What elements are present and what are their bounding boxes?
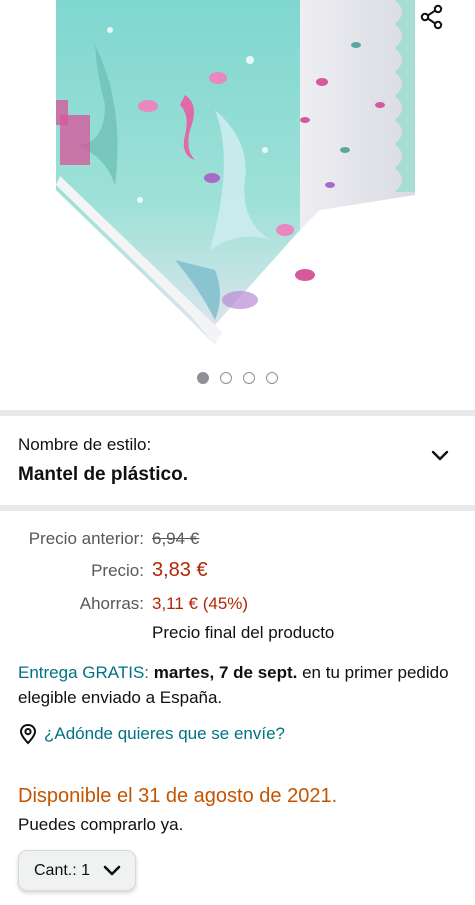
delivery-location-link[interactable]: ¿Adónde quieres que se envíe? xyxy=(18,723,285,745)
style-value: Mantel de plástico. xyxy=(18,464,188,485)
savings-value: 3,11 € (45%) xyxy=(152,594,249,613)
location-text[interactable]: ¿Adónde quieres que se envíe? xyxy=(44,724,285,744)
section-divider xyxy=(0,410,475,416)
delivery-date: martes, 7 de sept. xyxy=(153,663,298,682)
chevron-down-icon[interactable] xyxy=(429,447,451,465)
free-delivery-link[interactable]: Entrega GRATIS: xyxy=(18,663,149,682)
availability-note: Puedes comprarlo ya. xyxy=(18,815,184,834)
pagination-dot[interactable] xyxy=(243,372,255,384)
price-row: Precio: 3,83 € xyxy=(0,559,475,589)
quantity-dropdown[interactable]: Cant.: 1 xyxy=(18,850,136,891)
chevron-down-icon xyxy=(103,865,121,876)
price-value: 3,83 € xyxy=(152,559,208,581)
old-price-value: 6,94 € xyxy=(152,529,200,548)
section-divider xyxy=(0,505,475,511)
final-price-note: Precio final del producto xyxy=(152,623,335,642)
pagination-dot[interactable] xyxy=(266,372,278,384)
pagination-dot[interactable] xyxy=(197,372,209,384)
image-pagination xyxy=(0,372,475,384)
style-label: Nombre de estilo: xyxy=(18,435,152,454)
savings-row: Ahorras: 3,11 € (45%) xyxy=(0,594,475,624)
price-label: Precio: xyxy=(91,561,144,580)
old-price-row: Precio anterior: 6,94 € xyxy=(0,529,475,559)
style-selector[interactable]: Nombre de estilo: Mantel de plástico. xyxy=(0,417,475,505)
savings-label: Ahorras: xyxy=(79,594,144,613)
availability-status: Disponible el 31 de agosto de 2021. xyxy=(18,785,338,807)
delivery-info: Entrega GRATIS: martes, 7 de sept. en tu… xyxy=(18,660,458,710)
share-button[interactable] xyxy=(419,4,453,38)
location-pin-icon xyxy=(19,723,37,745)
share-icon xyxy=(420,4,443,30)
product-image-gallery[interactable] xyxy=(0,0,475,405)
pagination-dot[interactable] xyxy=(220,372,232,384)
product-image[interactable] xyxy=(0,0,475,405)
old-price-label: Precio anterior: xyxy=(28,529,144,548)
quantity-label: Cant.: 1 xyxy=(34,861,91,879)
